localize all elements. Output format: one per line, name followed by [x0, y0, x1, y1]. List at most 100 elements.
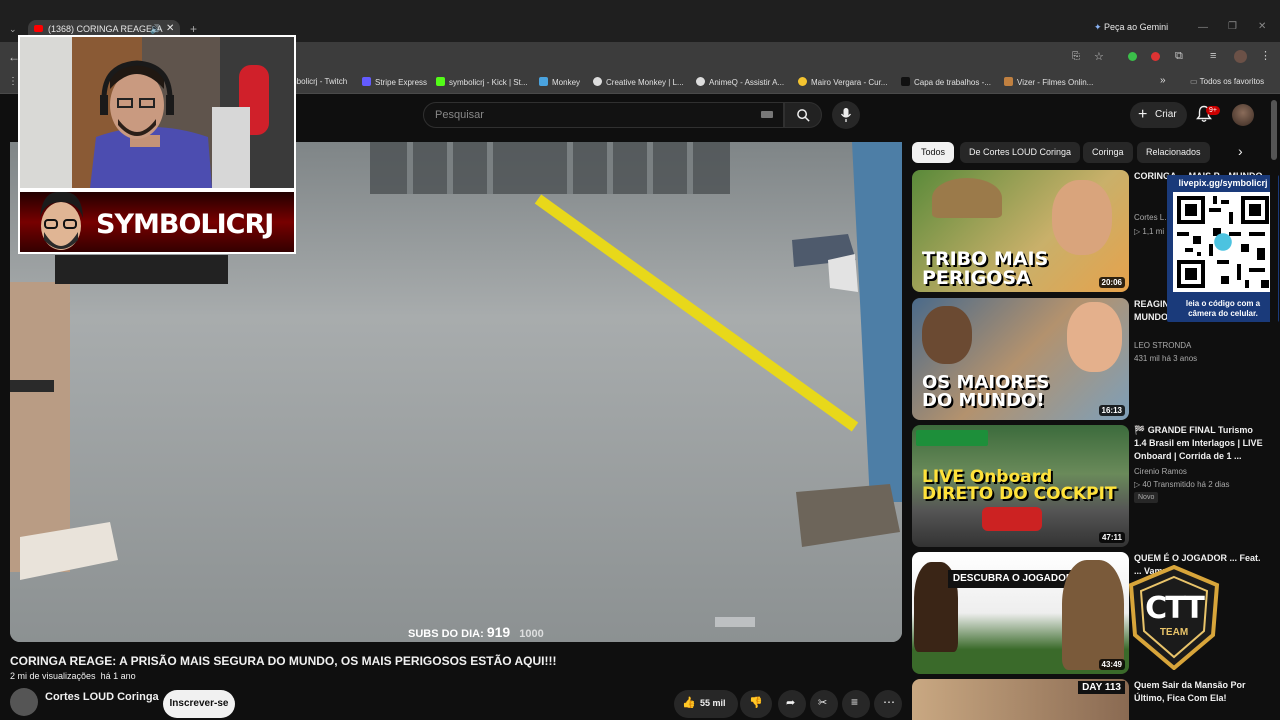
- race-car-shape: [982, 507, 1042, 531]
- clip-icon: ✂: [818, 697, 828, 709]
- notification-badge: 9+: [1206, 106, 1220, 115]
- voice-search-button[interactable]: [832, 101, 860, 129]
- duration-4: 43:49: [1098, 659, 1125, 670]
- subs-count: 919: [486, 624, 511, 640]
- like-count: 55 mil: [700, 698, 726, 708]
- related-meta-3: ▷ 40 Transmitido há 2 dias: [1134, 480, 1230, 489]
- bookmark-label: AnimeQ - Assistir A...: [709, 78, 785, 87]
- minimize-icon[interactable]: —: [1198, 22, 1208, 33]
- bookmark-9[interactable]: Vizer - Filmes Onlin...: [1004, 77, 1093, 87]
- thumb-text-2: OS MAIORES DO MUNDO!: [922, 372, 1050, 411]
- related-thumbnail-5[interactable]: DAY 113: [912, 679, 1129, 720]
- dislike-button[interactable]: 👎: [740, 690, 772, 718]
- bookmark-1[interactable]: mbolicrj - Twitch: [290, 77, 347, 86]
- bookmark-2[interactable]: Stripe Express: [362, 77, 427, 87]
- related-channel-2[interactable]: LEO STRONDA: [1134, 341, 1191, 350]
- bookmark-label: Creative Monkey | L...: [606, 78, 684, 87]
- subscribe-button[interactable]: Inscrever-se: [163, 690, 235, 718]
- gemini-button[interactable]: ✦ Peça ao Gemini: [1094, 22, 1168, 33]
- video-title: CORINGA REAGE: A PRISÃO MAIS SEGURA DO M…: [10, 654, 557, 668]
- youtube-favicon-icon: [34, 25, 43, 32]
- streamer-nameplate: SYMBOLICRJ: [18, 190, 296, 254]
- bookmark-7[interactable]: Mairo Vergara - Cur...: [798, 77, 887, 87]
- scrollbar-thumb[interactable]: [1271, 100, 1277, 160]
- turismo-logo-icon: [916, 430, 988, 446]
- face-shape: [1067, 302, 1122, 372]
- related-meta-1: ▷ 1,1 mi: [1134, 227, 1164, 236]
- notion-icon: [901, 77, 910, 86]
- livepix-qr-overlay: livepix.gg/symbolicrj leia o código com …: [1167, 175, 1279, 322]
- save-icon: ≡: [851, 695, 859, 709]
- thumb-text-1: TRIBO MAIS PERIGOSA: [922, 248, 1049, 289]
- bookmarks-overflow-icon[interactable]: »: [1160, 75, 1166, 86]
- more-actions-button[interactable]: ⋯: [874, 690, 902, 718]
- extension-green-icon[interactable]: [1128, 52, 1137, 61]
- save-button[interactable]: ≡: [842, 690, 870, 718]
- media-list-icon[interactable]: ≡: [1210, 50, 1216, 62]
- share-button[interactable]: ➦: [778, 690, 806, 718]
- ctt-logo-text: CTT: [1145, 591, 1205, 626]
- maximize-icon[interactable]: ❐: [1228, 21, 1237, 32]
- related-channel-1[interactable]: Cortes L...: [1134, 213, 1171, 222]
- tab-list-chevron-icon[interactable]: ⌄: [9, 24, 17, 35]
- all-favorites-folder[interactable]: ▭ Todos os favoritos: [1190, 77, 1264, 86]
- more-icon: ⋯: [883, 695, 895, 709]
- channel-name[interactable]: Cortes LOUD Coringa: [45, 691, 159, 703]
- bookmark-6[interactable]: AnimeQ - Assistir A...: [696, 77, 784, 87]
- chip-relacionados[interactable]: Relacionados: [1137, 142, 1210, 163]
- subs-goal: 1000: [519, 628, 544, 640]
- clip-button[interactable]: ✂: [810, 690, 838, 718]
- window-close-icon[interactable]: ✕: [1258, 21, 1266, 32]
- chip-channel[interactable]: De Cortes LOUD Coringa: [960, 142, 1081, 163]
- related-title-5[interactable]: Quem Sair da Mansão Por Último, Fica Com…: [1134, 679, 1264, 705]
- qr-code-icon: [1173, 192, 1273, 292]
- chip-coringa[interactable]: Coringa: [1083, 142, 1133, 163]
- related-thumbnail-4[interactable]: DESCUBRA O JOGADOR 43:49: [912, 552, 1129, 674]
- all-favorites-label: Todos os favoritos: [1199, 77, 1265, 86]
- mairo-icon: [798, 77, 807, 86]
- kick-icon: [436, 77, 445, 86]
- folder-icon: ▭: [1190, 77, 1200, 86]
- page-scrollbar[interactable]: [1270, 98, 1278, 698]
- thumbs-down-icon: 👎: [749, 697, 763, 709]
- ctt-team-logo: CTT TEAM: [1125, 565, 1223, 670]
- related-channel-3[interactable]: Cirenio Ramos: [1134, 467, 1187, 476]
- mic-icon: [840, 108, 852, 122]
- bookmark-4[interactable]: Monkey: [539, 77, 580, 87]
- bookmark-3[interactable]: symbolicrj - Kick | St...: [436, 77, 528, 87]
- ctt-team-text: TEAM: [1159, 627, 1189, 638]
- thumbs-up-icon: 👍: [682, 697, 696, 709]
- bookmark-5[interactable]: Creative Monkey | L...: [593, 77, 684, 87]
- hut-shape: [932, 178, 1002, 218]
- keyboard-icon[interactable]: [761, 111, 773, 118]
- related-title-3[interactable]: 🏁 GRANDE FINAL Turismo 1.4 Brasil em Int…: [1134, 424, 1264, 463]
- chip-todos[interactable]: Todos: [912, 142, 955, 163]
- browser-menu-icon[interactable]: ⋮: [1260, 49, 1271, 62]
- youtube-avatar[interactable]: [1232, 104, 1254, 126]
- face-shape: [922, 306, 972, 364]
- share-icon: ➦: [786, 697, 796, 709]
- channel-avatar[interactable]: [10, 688, 38, 716]
- create-label: Criar: [1155, 109, 1177, 120]
- browser-profile-avatar[interactable]: [1234, 50, 1247, 63]
- new-tab-icon[interactable]: +: [190, 22, 197, 36]
- search-button[interactable]: [784, 102, 822, 128]
- related-meta-text: 40 Transmitido há 2 dias: [1142, 480, 1230, 489]
- duration-2: 16:13: [1098, 405, 1125, 416]
- subs-counter: SUBS DO DIA: 919 1000: [408, 624, 544, 640]
- extension-red-icon[interactable]: [1151, 52, 1160, 61]
- related-thumbnail-3[interactable]: LIVE Onboard DIRETO DO COCKPIT 47:11: [912, 425, 1129, 547]
- create-button[interactable]: + Criar: [1130, 102, 1187, 128]
- extensions-puzzle-icon[interactable]: ⧉: [1175, 50, 1183, 63]
- chips-next-icon[interactable]: ›: [1238, 143, 1243, 159]
- search-input[interactable]: Pesquisar: [423, 102, 784, 128]
- globe-icon: [593, 77, 602, 86]
- related-thumbnail-2[interactable]: OS MAIORES DO MUNDO! 16:13: [912, 298, 1129, 420]
- bookmark-8[interactable]: Capa de trabalhos -...: [901, 77, 991, 87]
- bookmark-star-icon[interactable]: ☆: [1094, 50, 1104, 63]
- related-thumbnail-1[interactable]: TRIBO MAIS PERIGOSA 20:06: [912, 170, 1129, 292]
- vizer-icon: [1004, 77, 1013, 86]
- subs-label: SUBS DO DIA:: [408, 628, 484, 640]
- install-icon[interactable]: ⎘: [1072, 51, 1080, 62]
- like-button[interactable]: 👍 55 mil: [674, 690, 738, 718]
